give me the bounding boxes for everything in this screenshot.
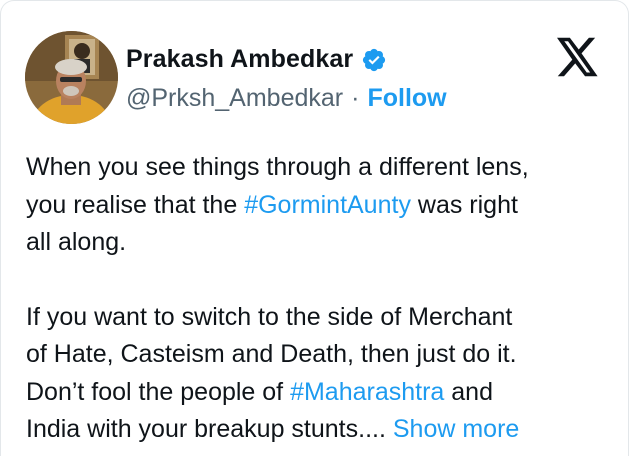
tweet-line: you realise that the <box>26 190 245 219</box>
author-name[interactable]: Prakash Ambedkar <box>126 45 353 74</box>
avatar-photo <box>25 31 118 124</box>
tweet-line: of Hate, Casteism and Death, then just d… <box>26 340 517 368</box>
tweet-card: Prakash Ambedkar @Prksh_Ambedkar · Follo… <box>0 0 629 456</box>
separator-dot: · <box>351 83 360 112</box>
tweet-line: India with your breakup stunts.... <box>26 415 393 443</box>
tweet-line: all along. <box>26 228 127 256</box>
author-handle[interactable]: @Prksh_Ambedkar <box>126 84 343 113</box>
hashtag-link[interactable]: #GormintAunty <box>244 191 411 219</box>
author-handle-row: @Prksh_Ambedkar · Follow <box>126 81 447 115</box>
tweet-line: and <box>444 377 493 406</box>
tweet-paragraph-2: If you want to switch to the side of Mer… <box>26 299 616 449</box>
avatar[interactable] <box>25 31 118 124</box>
tweet-line: Don’t fool the people of <box>26 377 291 406</box>
show-more-link[interactable]: Show more <box>393 415 519 443</box>
follow-button[interactable]: Follow <box>367 84 446 113</box>
author-name-row: Prakash Ambedkar <box>126 41 387 77</box>
x-logo-icon[interactable] <box>557 37 599 77</box>
tweet-line: When you see things through a different … <box>26 153 529 181</box>
tweet-paragraph-1: When you see things through a different … <box>26 149 616 262</box>
tweet-line: was right <box>410 190 518 219</box>
hashtag-link[interactable]: #Maharashtra <box>290 378 444 406</box>
tweet-text: When you see things through a different … <box>26 149 616 449</box>
tweet-line: If you want to switch to the side of Mer… <box>26 302 513 331</box>
verified-badge-icon <box>361 47 387 73</box>
